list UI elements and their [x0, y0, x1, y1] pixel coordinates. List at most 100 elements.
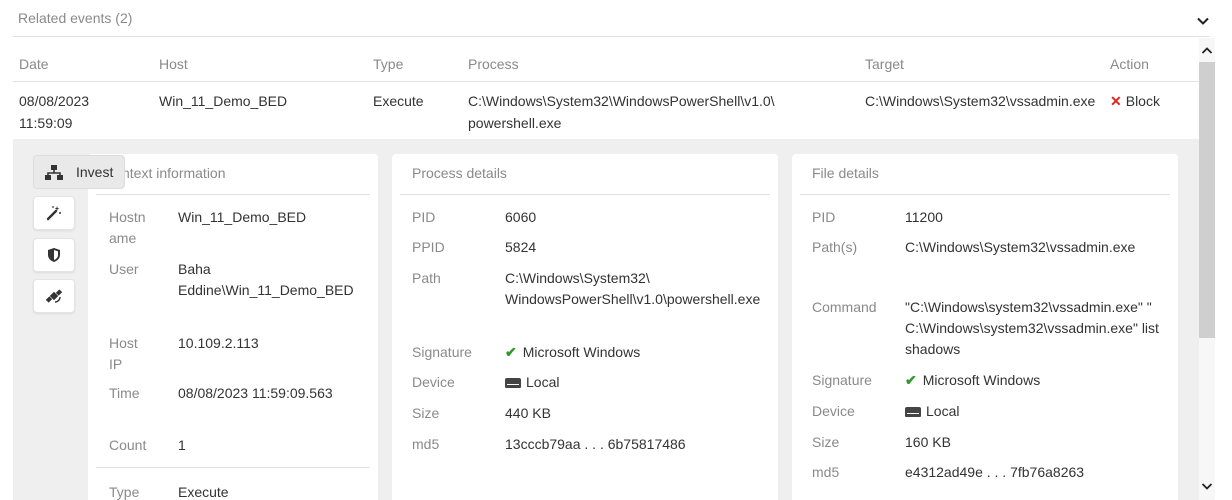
host-ip-value: 10.109.2.113	[178, 335, 259, 351]
user-value: Baha Eddine\Win_11_Demo_BED	[178, 259, 354, 301]
signature-text: Microsoft Windows	[522, 344, 641, 360]
header-divider	[13, 36, 1210, 37]
row-date-time: 11:59:09	[19, 115, 73, 131]
table-row[interactable]: 08/08/2023 11:59:09 Win_11_Demo_BED Exec…	[13, 82, 1199, 139]
related-events-title: Related events (2)	[18, 10, 133, 26]
row-process-path: C:\Windows\System32\WindowsPowerShell\v1…	[468, 93, 775, 109]
pid-label: PID	[412, 209, 436, 225]
file-signature-value: ✔ Microsoft Windows	[905, 370, 1040, 391]
magic-wand-icon	[46, 206, 61, 221]
row-process-file: powershell.exe	[468, 115, 562, 131]
row-action-label: Block	[1125, 93, 1160, 109]
satellite-button[interactable]	[33, 279, 75, 313]
file-size-label: Size	[812, 434, 840, 450]
scroll-up-icon[interactable]	[1199, 44, 1215, 58]
hostname-value: Win_11_Demo_BED	[178, 209, 307, 225]
column-host[interactable]: Host	[159, 56, 188, 72]
magic-wand-button[interactable]	[33, 196, 75, 230]
process-divider	[400, 194, 770, 195]
path-label: Path	[412, 270, 441, 286]
hostname-label: Hostn ame	[109, 207, 146, 249]
shield-icon	[48, 248, 60, 262]
context-information-card: ntext information Hostn ame Win_11_Demo_B…	[88, 154, 378, 500]
file-signature-label: Signature	[812, 372, 872, 388]
file-pid-label: PID	[812, 209, 836, 225]
hostname-label-part1: Hostn	[109, 209, 146, 225]
signature-label: Signature	[412, 344, 472, 360]
size-label: Size	[412, 405, 440, 421]
file-md5-label: md5	[812, 464, 840, 480]
file-device-text: Local	[926, 403, 960, 419]
context-information-title: ntext information	[122, 165, 226, 181]
shield-button[interactable]	[33, 238, 75, 272]
ppid-label: PPID	[412, 239, 445, 255]
paths-value: C:\Windows\System32\vssadmin.exe	[905, 239, 1136, 255]
command-line2: C:\Windows\system32\vssadmin.exe" list	[905, 320, 1159, 336]
column-process[interactable]: Process	[468, 56, 519, 72]
event-details-panel: ntext information Hostn ame Win_11_Demo_B…	[13, 139, 1199, 500]
drive-icon	[505, 378, 521, 388]
row-type: Execute	[373, 93, 424, 109]
path-value: C:\Windows\System32\ WindowsPowerShell\v1…	[505, 268, 760, 310]
satellite-icon	[46, 289, 62, 303]
row-process: C:\Windows\System32\WindowsPowerShell\v1…	[468, 90, 775, 134]
command-line3: shadows	[905, 341, 961, 357]
device-text: Local	[526, 374, 560, 390]
scroll-down-icon[interactable]	[1199, 479, 1215, 493]
file-md5-value: e4312ad49e . . . 7fb76a8263	[905, 464, 1085, 480]
row-action: ✕ Block	[1110, 90, 1160, 112]
path-value-line2: WindowsPowerShell\v1.0\powershell.exe	[505, 291, 761, 307]
user-value-line1: Baha	[178, 261, 211, 277]
signature-value: ✔ Microsoft Windows	[505, 342, 640, 363]
command-value: "C:\Windows\system32\vssadmin.exe" " C:\W…	[905, 297, 1159, 360]
ppid-value: 5824	[505, 239, 537, 255]
drive-icon	[905, 407, 921, 417]
time-label: Time	[109, 385, 140, 401]
investigate-button[interactable]: Invest	[33, 155, 125, 189]
host-ip-label-part1: Host	[109, 335, 138, 351]
column-type[interactable]: Type	[373, 56, 403, 72]
user-value-line2: Eddine\Win_11_Demo_BED	[178, 282, 354, 298]
row-date: 08/08/2023 11:59:09	[19, 90, 89, 134]
hierarchy-icon	[45, 165, 63, 180]
file-pid-value: 11200	[905, 209, 943, 225]
file-details-card: File details PID 11200 Path(s) C:\Window…	[792, 154, 1178, 500]
md5-label: md5	[412, 436, 440, 452]
type-label: Type	[109, 484, 140, 500]
hostname-label-part2: ame	[109, 230, 137, 246]
related-events-header[interactable]: Related events (2)	[0, 0, 1232, 38]
row-target: C:\Windows\System32\vssadmin.exe	[865, 93, 1096, 109]
size-value: 440 KB	[505, 405, 551, 421]
host-ip-label: Host IP	[109, 333, 138, 375]
host-ip-label-part2: IP	[109, 356, 123, 372]
investigate-label: Invest	[76, 164, 114, 180]
command-label: Command	[812, 299, 877, 315]
count-value: 1	[178, 437, 186, 453]
device-label: Device	[412, 374, 455, 390]
check-icon: ✔	[905, 372, 917, 388]
events-table-header: Date Host Type Process Target Action	[13, 48, 1199, 82]
user-label: User	[109, 261, 139, 277]
process-details-title: Process details	[412, 165, 507, 181]
file-device-value: Local	[905, 401, 959, 422]
block-icon: ✕	[1110, 93, 1122, 109]
column-date[interactable]: Date	[19, 56, 49, 72]
count-label: Count	[109, 437, 147, 453]
file-size-value: 160 KB	[905, 434, 951, 450]
time-value: 08/08/2023 11:59:09.563	[178, 385, 333, 401]
column-action[interactable]: Action	[1110, 56, 1149, 72]
file-divider	[800, 194, 1170, 195]
command-line1: "C:\Windows\system32\vssadmin.exe" "	[905, 299, 1152, 315]
path-value-line1: C:\Windows\System32\	[505, 270, 650, 286]
file-details-title: File details	[812, 165, 879, 181]
device-value: Local	[505, 372, 559, 393]
paths-label: Path(s)	[812, 239, 858, 255]
column-target[interactable]: Target	[865, 56, 904, 72]
row-host: Win_11_Demo_BED	[159, 93, 288, 109]
file-signature-text: Microsoft Windows	[922, 372, 1041, 388]
md5-value: 13cccb79aa . . . 6b75817486	[505, 436, 686, 452]
check-icon: ✔	[505, 344, 517, 360]
process-details-card: Process details PID 6060 PPID 5824 Path …	[392, 154, 778, 500]
scrollbar-thumb[interactable]	[1199, 62, 1215, 338]
chevron-down-icon[interactable]	[1196, 14, 1210, 28]
